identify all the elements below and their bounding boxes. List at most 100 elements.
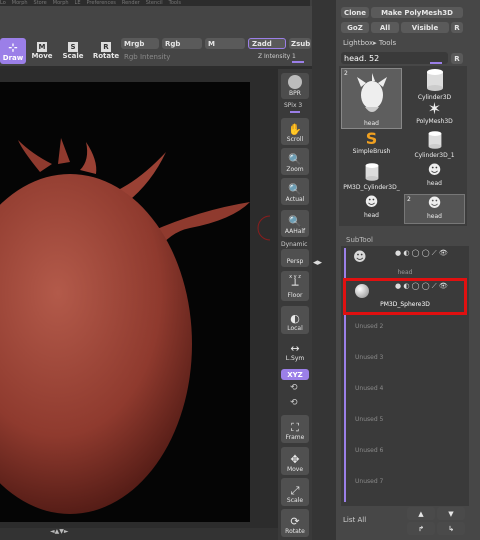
all-button[interactable]: All [371, 22, 399, 33]
arrow-turn-icon: ↱ [418, 524, 424, 533]
z-intensity-bar [292, 61, 304, 63]
local-button[interactable]: ◐ Local [281, 306, 309, 334]
subtool-unused[interactable]: Unused 5 [355, 416, 383, 423]
rotate-button[interactable]: R Rotate [93, 40, 119, 62]
rotate-axis-icon[interactable]: ⟲ [290, 398, 298, 408]
magnifier-icon: 🔍 [288, 183, 302, 196]
floor-button[interactable]: x y z ┴ Floor [281, 271, 309, 301]
actual-button[interactable]: 🔍 Actual [281, 178, 309, 205]
spix-slider[interactable]: SPix 3 [284, 102, 302, 109]
frame-button[interactable]: ⛶ Frame [281, 415, 309, 443]
bpr-icon [288, 75, 302, 89]
head-icon: ☻ [353, 250, 367, 265]
move-up-group-button[interactable]: ↱ [407, 522, 435, 535]
current-tool-label: head. 52 [344, 54, 380, 63]
head-model [0, 138, 270, 514]
rotate-axis-icon[interactable]: ⟲ [290, 383, 298, 393]
tool-thumb-cylinder3d[interactable]: Cylinder3D [404, 68, 465, 101]
visibility-toggles[interactable]: ● ◐ ◯ ◯ ⟋ 👁 [395, 249, 448, 258]
sphere-icon [355, 284, 369, 298]
scroll-button[interactable]: ✋ Scroll [281, 118, 309, 145]
tool-thumb-head-4[interactable]: 2 ☻ head [404, 194, 465, 224]
zsub-button[interactable]: Zsub [289, 38, 311, 49]
tool-thumb-head-2[interactable]: ☻ head [404, 162, 465, 192]
mrgb-button[interactable]: Mrgb [121, 38, 159, 49]
subtool-item-head[interactable]: ☻ ● ◐ ◯ ◯ ⟋ 👁 head [343, 248, 467, 276]
z-intensity-slider[interactable]: Z Intensity 1 [258, 53, 296, 60]
head-icon: ☻ [364, 195, 379, 210]
aahalf-button[interactable]: 🔍 AAHalf [281, 210, 309, 237]
rgb-intensity-label[interactable]: Rgb Intensity [124, 53, 170, 61]
move-down-group-button[interactable]: ↳ [437, 522, 465, 535]
xyz-button[interactable]: XYZ [281, 369, 309, 380]
visibility-toggles[interactable]: ● ◐ ◯ ◯ ⟋ 👁 [395, 282, 448, 291]
scale-icon: ⤢ [290, 484, 300, 497]
subtool-unused[interactable]: Unused 7 [355, 478, 383, 485]
move-down-button[interactable]: ▼ [437, 507, 465, 520]
hand-icon: ✋ [288, 123, 302, 136]
panel-splitter[interactable] [312, 0, 336, 540]
visible-button[interactable]: Visible [401, 22, 449, 33]
rgb-button[interactable]: Rgb [162, 38, 202, 49]
draw-button[interactable]: ⊹ Draw [0, 38, 26, 64]
tool-thumb-pm3d-cylinder[interactable]: PM3D_Cylinder3D_ [341, 162, 402, 192]
arrow-up-icon: ▲ [418, 509, 424, 518]
zadd-button[interactable]: Zadd [248, 38, 286, 49]
spix-bar [290, 111, 300, 113]
current-tool-bar [430, 62, 442, 64]
rotate-icon: ⟳ [290, 515, 300, 528]
scale-icon: S [68, 42, 78, 52]
bpr-button[interactable]: BPR [281, 73, 309, 99]
magnifier-icon: 🔍 [288, 153, 302, 166]
subtool-title[interactable]: SubTool [346, 236, 373, 244]
magnifier-icon: 🔍 [288, 215, 302, 228]
move-up-button[interactable]: ▲ [407, 507, 435, 520]
collapse-arrows-icon[interactable]: ◂▸ [313, 258, 322, 268]
arrow-down-icon: ▼ [448, 509, 454, 518]
symmetry-icon: ↔ [290, 342, 300, 355]
draw-icon: ⊹ [8, 41, 18, 54]
head-thumbnail [356, 73, 387, 112]
rotate-view-button[interactable]: ⟳ Rotate [281, 509, 309, 537]
move-button[interactable]: M Move [31, 40, 53, 62]
tool-thumb-head-3[interactable]: ☻ head [341, 194, 402, 224]
head-icon: ☻ [427, 196, 442, 211]
move-icon: M [37, 42, 47, 52]
frame-icon: ⛶ [291, 421, 299, 434]
tool-thumb-cylinder3d-1[interactable]: Cylinder3D_1 [404, 130, 465, 160]
subtool-unused[interactable]: Unused 3 [355, 354, 383, 361]
local-icon: ◐ [290, 312, 300, 325]
arrow-turn-icon: ↳ [448, 524, 454, 533]
cylinder-thumbnail [365, 163, 378, 181]
tool-thumb-polymesh3d[interactable]: ✶ PolyMesh3D [404, 100, 465, 130]
floor-icon: ┴ [291, 279, 299, 292]
persp-button[interactable]: Persp [281, 249, 309, 267]
cylinder-thumbnail [428, 131, 441, 149]
scale-view-button[interactable]: ⤢ Scale [281, 478, 309, 506]
list-all-button[interactable]: List All [343, 516, 366, 524]
subtool-unused[interactable]: Unused 4 [355, 385, 383, 392]
subtool-unused[interactable]: Unused 6 [355, 447, 383, 454]
make-polymesh-button[interactable]: Make PolyMesh3D [371, 7, 463, 18]
clone-button[interactable]: Clone [341, 7, 369, 18]
star-icon: ✶ [427, 99, 442, 118]
simplebrush-icon: S [365, 129, 378, 148]
dynamic-label[interactable]: Dynamic [281, 241, 307, 248]
m-button[interactable]: M [205, 38, 245, 49]
lsym-button[interactable]: ↔ L.Sym [281, 342, 309, 364]
move-view-button[interactable]: ✥ Move [281, 447, 309, 475]
subtool-item-sphere[interactable]: ● ◐ ◯ ◯ ⟋ 👁 PM3D_Sphere3D [343, 281, 467, 312]
move-icon: ✥ [290, 453, 300, 466]
tool-thumb-simplebrush[interactable]: S SimpleBrush [341, 130, 402, 160]
r-button[interactable]: R [451, 22, 463, 33]
subtool-unused[interactable]: Unused 2 [355, 323, 383, 330]
r-button[interactable]: R [451, 53, 463, 64]
goz-button[interactable]: GoZ [341, 22, 369, 33]
scale-button[interactable]: S Scale [62, 40, 84, 62]
tool-thumb-head[interactable]: 2 head [341, 68, 402, 129]
cylinder-thumbnail [426, 69, 443, 91]
rotate-icon: R [101, 42, 111, 52]
zoom-button[interactable]: 🔍 Zoom [281, 148, 309, 175]
lightbox-tools-label[interactable]: Lightbox▸ Tools [343, 39, 396, 47]
scroll-arrows-icon[interactable]: ◄▲▼► [50, 528, 68, 535]
